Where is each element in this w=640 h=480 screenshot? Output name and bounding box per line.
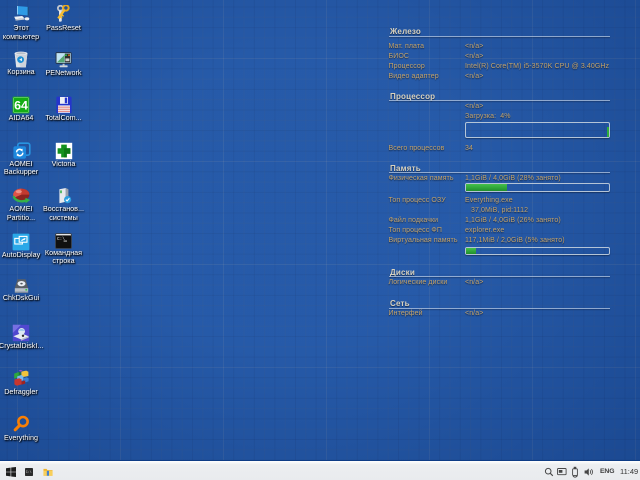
svg-text:C:\: C:\ — [26, 470, 32, 474]
svg-text:64: 64 — [14, 98, 28, 112]
